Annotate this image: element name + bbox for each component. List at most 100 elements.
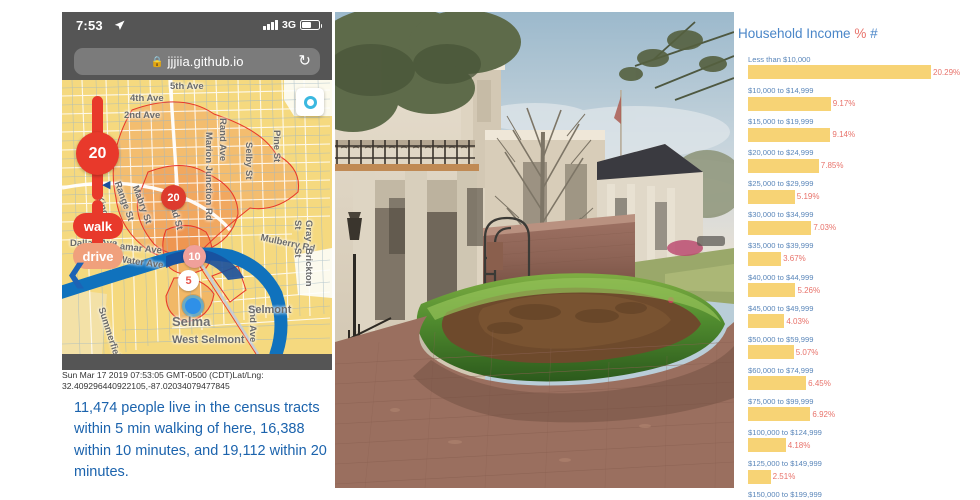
chart-bar-line: 20.29% — [748, 65, 980, 80]
chart-bar-line: 2.51% — [748, 469, 980, 484]
chart-bar-line: 6.45% — [748, 376, 980, 391]
chart-bar-row: $30,000 to $34,999 7.03% — [748, 210, 980, 235]
chart-bar-line: 4.18% — [748, 438, 980, 453]
chart-bar-value: 7.85% — [820, 161, 844, 171]
chart-bar-value: 2.51% — [772, 472, 796, 481]
chart-bar[interactable] — [748, 469, 771, 484]
geolocate-button[interactable] — [296, 88, 324, 116]
chart-bar-row: $15,000 to $19,999 9.14% — [748, 117, 980, 142]
time-slider-knob[interactable]: 20 — [76, 132, 119, 175]
chart-bar[interactable] — [748, 251, 782, 266]
chart-bar-label: $10,000 to $14,999 — [748, 86, 814, 96]
chart-toggle-percent[interactable]: % — [854, 26, 866, 41]
chart-bar-value: 9.17% — [832, 99, 856, 109]
mode-button-walk[interactable]: walk — [73, 213, 123, 239]
browser-chrome: 🔒 jjjiia.github.io ↻ — [62, 42, 332, 80]
map-direction-arrow-icon: ◀ — [102, 179, 111, 191]
chart-bar-label: $100,000 to $124,999 — [748, 427, 822, 437]
isochrone-marker-20[interactable]: 20 — [161, 185, 186, 210]
chart-bar[interactable] — [748, 96, 831, 111]
chart-bar-value: 6.45% — [808, 378, 831, 388]
chart-bar-label: $50,000 to $59,999 — [748, 334, 814, 344]
page-root: 7:53 3G 🔒 jjjiia.github.io ↻ 5th Ave 4th… — [0, 0, 980, 500]
chart-bar-row: $35,000 to $39,999 3.67% — [748, 241, 980, 266]
chart-bar-label: $15,000 to $19,999 — [748, 117, 814, 127]
reload-icon[interactable]: ↻ — [298, 54, 311, 69]
chart-bar-label: $40,000 to $44,999 — [748, 272, 814, 282]
chart-title: Household Income % # — [738, 26, 980, 41]
battery-icon — [300, 20, 323, 30]
chart-bar-value: 20.29% — [933, 67, 961, 77]
map-label-selmont: Selmont — [248, 304, 292, 316]
map-label: 4th Ave — [130, 93, 164, 104]
chart-bar-line: 6.92% — [748, 407, 980, 422]
chart-bar-row: $125,000 to $149,999 2.51% — [748, 459, 980, 484]
chart-bar[interactable] — [748, 407, 811, 422]
chart-bar-label: $25,000 to $29,999 — [748, 179, 814, 189]
lock-icon: 🔒 — [150, 55, 164, 68]
chart-bar[interactable] — [748, 127, 831, 142]
map-label: Marion Junction Rd — [203, 132, 214, 221]
map-timestamp: Sun Mar 17 2019 07:53:05 GMT-0500 (CDT)L… — [62, 370, 264, 380]
chart-bar-label: $20,000 to $24,999 — [748, 148, 814, 158]
chart-bar-line: 5.26% — [748, 283, 980, 298]
chart-title-text: Household Income — [738, 26, 851, 41]
chart-bar-label: $150,000 to $199,999 — [748, 490, 822, 500]
isochrone-marker-5[interactable]: 5 — [178, 270, 199, 291]
chart-bar[interactable] — [748, 314, 785, 329]
chart-bar-row: $25,000 to $29,999 5.19% — [748, 179, 980, 204]
chart-bar-value: 6.92% — [812, 409, 836, 419]
chart-bar[interactable] — [748, 65, 931, 80]
chevron-left-icon[interactable]: ❮ — [66, 262, 87, 287]
chart-bar-line: 9.17% — [748, 96, 980, 111]
chart-bar-value: 5.07% — [795, 347, 819, 357]
chart-bar[interactable] — [748, 189, 795, 204]
population-summary-text: 11,474 people live in the census tracts … — [74, 400, 327, 481]
chart-bar-row: $10,000 to $14,999 9.17% — [748, 86, 980, 111]
chart-bar-line: 5.19% — [748, 189, 980, 204]
map-canvas[interactable]: 5th Ave 4th Ave 2nd Ave Rand Ave Pine St… — [62, 80, 332, 354]
chart-bar[interactable] — [748, 220, 812, 235]
signal-bars-icon — [263, 20, 278, 30]
chart-bar[interactable] — [748, 158, 819, 173]
chart-bar[interactable] — [748, 438, 786, 453]
chart-bar[interactable] — [748, 376, 807, 391]
chart-bar-row: $100,000 to $124,999 4.18% — [748, 427, 980, 453]
chart-bar-value: 4.03% — [786, 316, 810, 326]
chart-bar-label: $60,000 to $74,999 — [748, 365, 814, 375]
map-label: Selby St — [243, 142, 254, 180]
chart-bar-row: $40,000 to $44,999 5.26% — [748, 272, 980, 298]
chart-toggle-count[interactable]: # — [870, 26, 878, 41]
chart-bar[interactable] — [748, 283, 796, 298]
chart-bar-value: 7.03% — [813, 223, 837, 233]
chart-bar-row: $60,000 to $74,999 6.45% — [748, 365, 980, 391]
map-label: Rand Ave — [217, 118, 228, 162]
map-label: 2nd Ave — [124, 110, 161, 121]
status-right-cluster: 3G — [263, 19, 323, 31]
library-photo: Selma-Dallas County Public Library — [335, 12, 734, 488]
chart-bar-row: $75,000 to $99,999 6.92% — [748, 397, 980, 422]
chart-bar-row: $150,000 to $199,9991.32% — [748, 490, 980, 500]
chart-bar-line: 7.85% — [748, 158, 980, 173]
address-bar[interactable]: 🔒 jjjiia.github.io ↻ — [74, 47, 320, 75]
map-timestamp-block: Sun Mar 17 2019 07:53:05 GMT-0500 (CDT)L… — [62, 370, 334, 393]
chart-bar-row: Less than $10,000 20.29% — [748, 55, 980, 80]
chart-bar-line: 9.14% — [748, 127, 980, 142]
map-label: 5th Ave — [170, 81, 204, 92]
url-text: jjjiia.github.io — [167, 53, 244, 69]
chart-bar-label: $125,000 to $149,999 — [748, 459, 822, 469]
network-label: 3G — [281, 19, 296, 31]
chart-bar-label: $30,000 to $34,999 — [748, 210, 814, 220]
chart-bar-row: $50,000 to $59,999 5.07% — [748, 334, 980, 360]
chart-bar-value: 4.18% — [787, 440, 811, 450]
chart-bar-row: $45,000 to $49,999 4.03% — [748, 304, 980, 329]
map-label: Gray St — [292, 220, 314, 242]
chart-bar-line: 3.67% — [748, 251, 980, 266]
isochrone-marker-10[interactable]: 10 — [183, 245, 206, 268]
map-latlng: 32.409296440922105,-87.02034079477845 — [62, 381, 230, 392]
chart-bars-container: Less than $10,000 20.29% $10,000 to $14,99… — [735, 55, 980, 500]
household-income-chart: Household Income % # Less than $10,000 20… — [735, 26, 980, 499]
chart-bar-row: $20,000 to $24,999 7.85% — [748, 148, 980, 173]
chart-bar[interactable] — [748, 345, 794, 360]
chart-bar-value: 5.19% — [796, 192, 820, 202]
